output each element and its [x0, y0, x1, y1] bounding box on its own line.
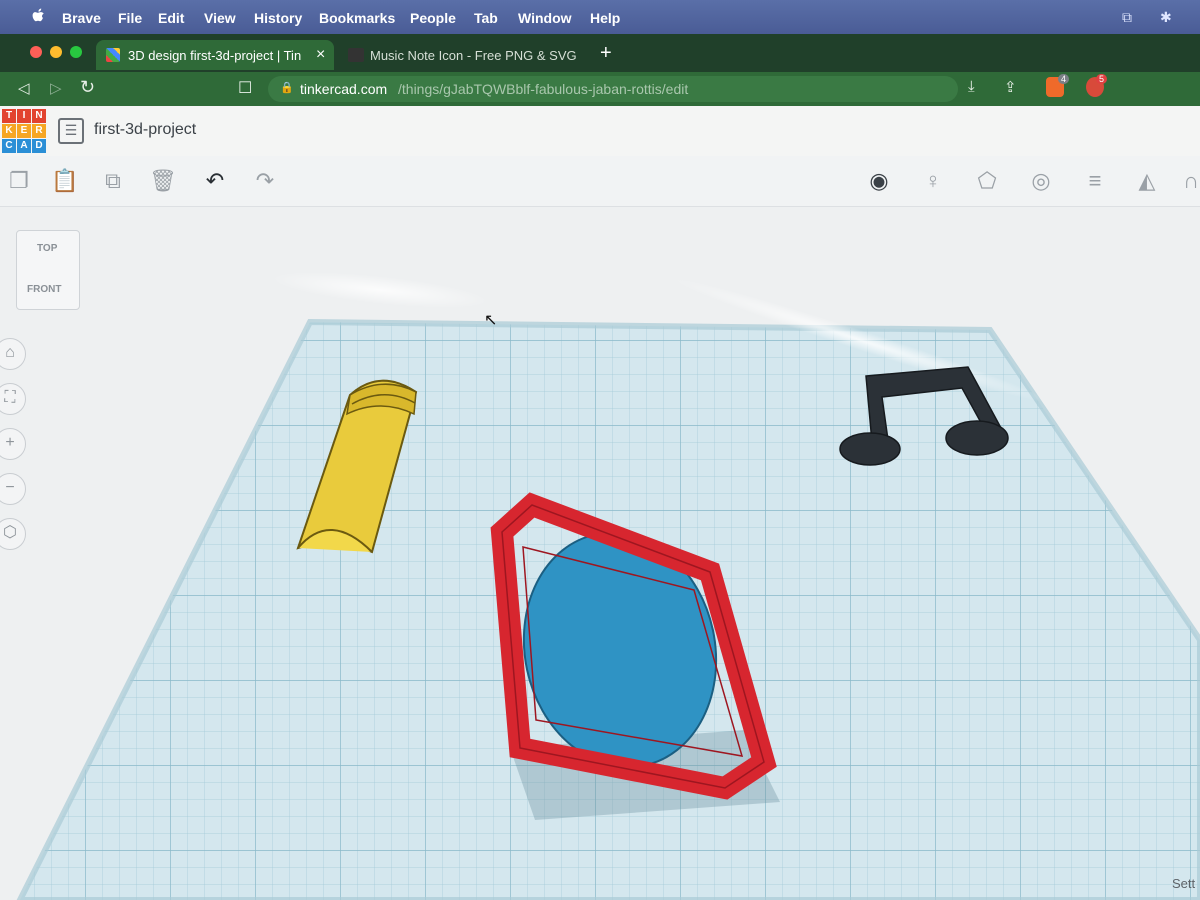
- menu-file[interactable]: File: [118, 10, 142, 26]
- fit-view-icon[interactable]: ⛶: [0, 383, 26, 415]
- undo-icon[interactable]: ↶: [200, 166, 230, 196]
- apple-icon[interactable]: [32, 8, 46, 29]
- tab-music-note[interactable]: Music Note Icon - Free PNG & SVG: [338, 40, 578, 70]
- editor-toolbar: ❐ 📋 ⧉ 🗑 ↶ ↷ ◉ ♀ ⬠ ◎ ≡ ◭ ∩: [0, 156, 1200, 207]
- menu-brave[interactable]: Brave: [62, 10, 101, 26]
- logo-letter: R: [32, 124, 46, 138]
- menu-view[interactable]: View: [204, 10, 236, 26]
- music-note-shape: [839, 366, 1009, 466]
- minimize-window-button[interactable]: [50, 46, 62, 58]
- view-cube-top-label: TOP: [37, 243, 58, 254]
- reload-icon[interactable]: ↻: [80, 77, 95, 98]
- settings-button[interactable]: Sett: [1172, 876, 1195, 891]
- copy-icon[interactable]: ❐: [4, 166, 34, 196]
- url-domain: tinkercad.com: [300, 81, 388, 97]
- design-list-icon[interactable]: ☰: [58, 118, 84, 144]
- cylinder-shape: [296, 379, 418, 554]
- menu-tab[interactable]: Tab: [474, 10, 498, 26]
- logo-letter: N: [32, 109, 46, 123]
- bluetooth-icon[interactable]: ✱: [1160, 9, 1172, 26]
- tinkercad-logo[interactable]: T I N K E R C A D: [2, 109, 46, 154]
- back-icon[interactable]: ◁: [18, 79, 30, 97]
- tinkercad-favicon-icon: [106, 48, 120, 62]
- logo-letter: D: [32, 139, 46, 153]
- airplay-icon[interactable]: ⧉: [1122, 9, 1132, 26]
- logo-letter: E: [17, 124, 31, 138]
- home-view-icon[interactable]: ⌂: [0, 338, 26, 370]
- share-icon[interactable]: ⇪: [1004, 78, 1017, 96]
- menu-edit[interactable]: Edit: [158, 10, 184, 26]
- notes-tool-icon[interactable]: ◉: [864, 166, 894, 196]
- zoom-window-button[interactable]: [70, 46, 82, 58]
- delete-icon[interactable]: 🗑: [148, 166, 178, 196]
- logo-letter: I: [17, 109, 31, 123]
- view-cube-front-label: FRONT: [27, 284, 62, 295]
- lightbulb-icon[interactable]: ♀: [918, 166, 948, 196]
- lock-icon: 🔒: [280, 82, 294, 94]
- bookmark-icon[interactable]: ☐: [238, 78, 252, 98]
- forward-icon[interactable]: ▷: [50, 79, 62, 97]
- mirror-icon[interactable]: ◭: [1132, 166, 1162, 196]
- rewards-count-badge: 5: [1096, 74, 1108, 84]
- tab-tinkercad[interactable]: 3D design first-3d-project | Tin ×: [96, 40, 334, 70]
- tinkercad-header: T I N K E R C A D ☰ first-3d-project: [0, 106, 1200, 157]
- menu-history[interactable]: History: [254, 10, 302, 26]
- new-tab-button[interactable]: +: [600, 42, 612, 65]
- paste-icon[interactable]: 📋: [50, 166, 80, 196]
- tab-title: 3D design first-3d-project | Tin: [128, 48, 302, 63]
- project-name[interactable]: first-3d-project: [94, 121, 196, 139]
- close-tab-icon[interactable]: ×: [316, 46, 325, 64]
- shield-count-badge: 4: [1058, 74, 1070, 84]
- menu-help[interactable]: Help: [590, 10, 620, 26]
- mouse-cursor-icon: ↖: [484, 312, 498, 329]
- duplicate-icon[interactable]: ⧉: [98, 166, 128, 196]
- zoom-out-icon[interactable]: −: [0, 473, 26, 505]
- address-toolbar: ◁ ▷ ↻ ☐ 🔒 tinkercad.com /things/gJabTQWB…: [0, 72, 1200, 106]
- logo-letter: T: [2, 109, 16, 123]
- logo-letter: C: [2, 139, 16, 153]
- site-favicon-icon: [348, 48, 364, 62]
- logo-letter: A: [17, 139, 31, 153]
- perspective-icon[interactable]: ⬡: [0, 518, 26, 550]
- close-window-button[interactable]: [30, 46, 42, 58]
- group-icon[interactable]: ⬠: [972, 166, 1002, 196]
- menu-window[interactable]: Window: [518, 10, 572, 26]
- redo-icon[interactable]: ↷: [250, 166, 280, 196]
- url-path: /things/gJabTQWBblf-fabulous-jaban-rotti…: [398, 81, 689, 97]
- align-icon[interactable]: ≡: [1080, 166, 1110, 196]
- magnet-icon[interactable]: ∩: [1176, 166, 1200, 196]
- ungroup-icon[interactable]: ◎: [1026, 166, 1056, 196]
- menu-people[interactable]: People: [410, 10, 456, 26]
- menu-bookmarks[interactable]: Bookmarks: [319, 10, 395, 26]
- tab-title: Music Note Icon - Free PNG & SVG: [370, 48, 577, 63]
- mac-menu-bar: Brave File Edit View History Bookmarks P…: [0, 0, 1200, 34]
- browser-tab-strip: 3D design first-3d-project | Tin × Music…: [0, 34, 1200, 72]
- frame-with-disc: [490, 492, 780, 820]
- logo-letter: K: [2, 124, 16, 138]
- url-bar[interactable]: 🔒 tinkercad.com /things/gJabTQWBblf-fabu…: [268, 76, 958, 102]
- zoom-in-icon[interactable]: +: [0, 428, 26, 460]
- download-icon[interactable]: ⤓: [968, 78, 975, 95]
- workplane: [20, 322, 1200, 900]
- view-cube[interactable]: TOP FRONT: [16, 230, 80, 310]
